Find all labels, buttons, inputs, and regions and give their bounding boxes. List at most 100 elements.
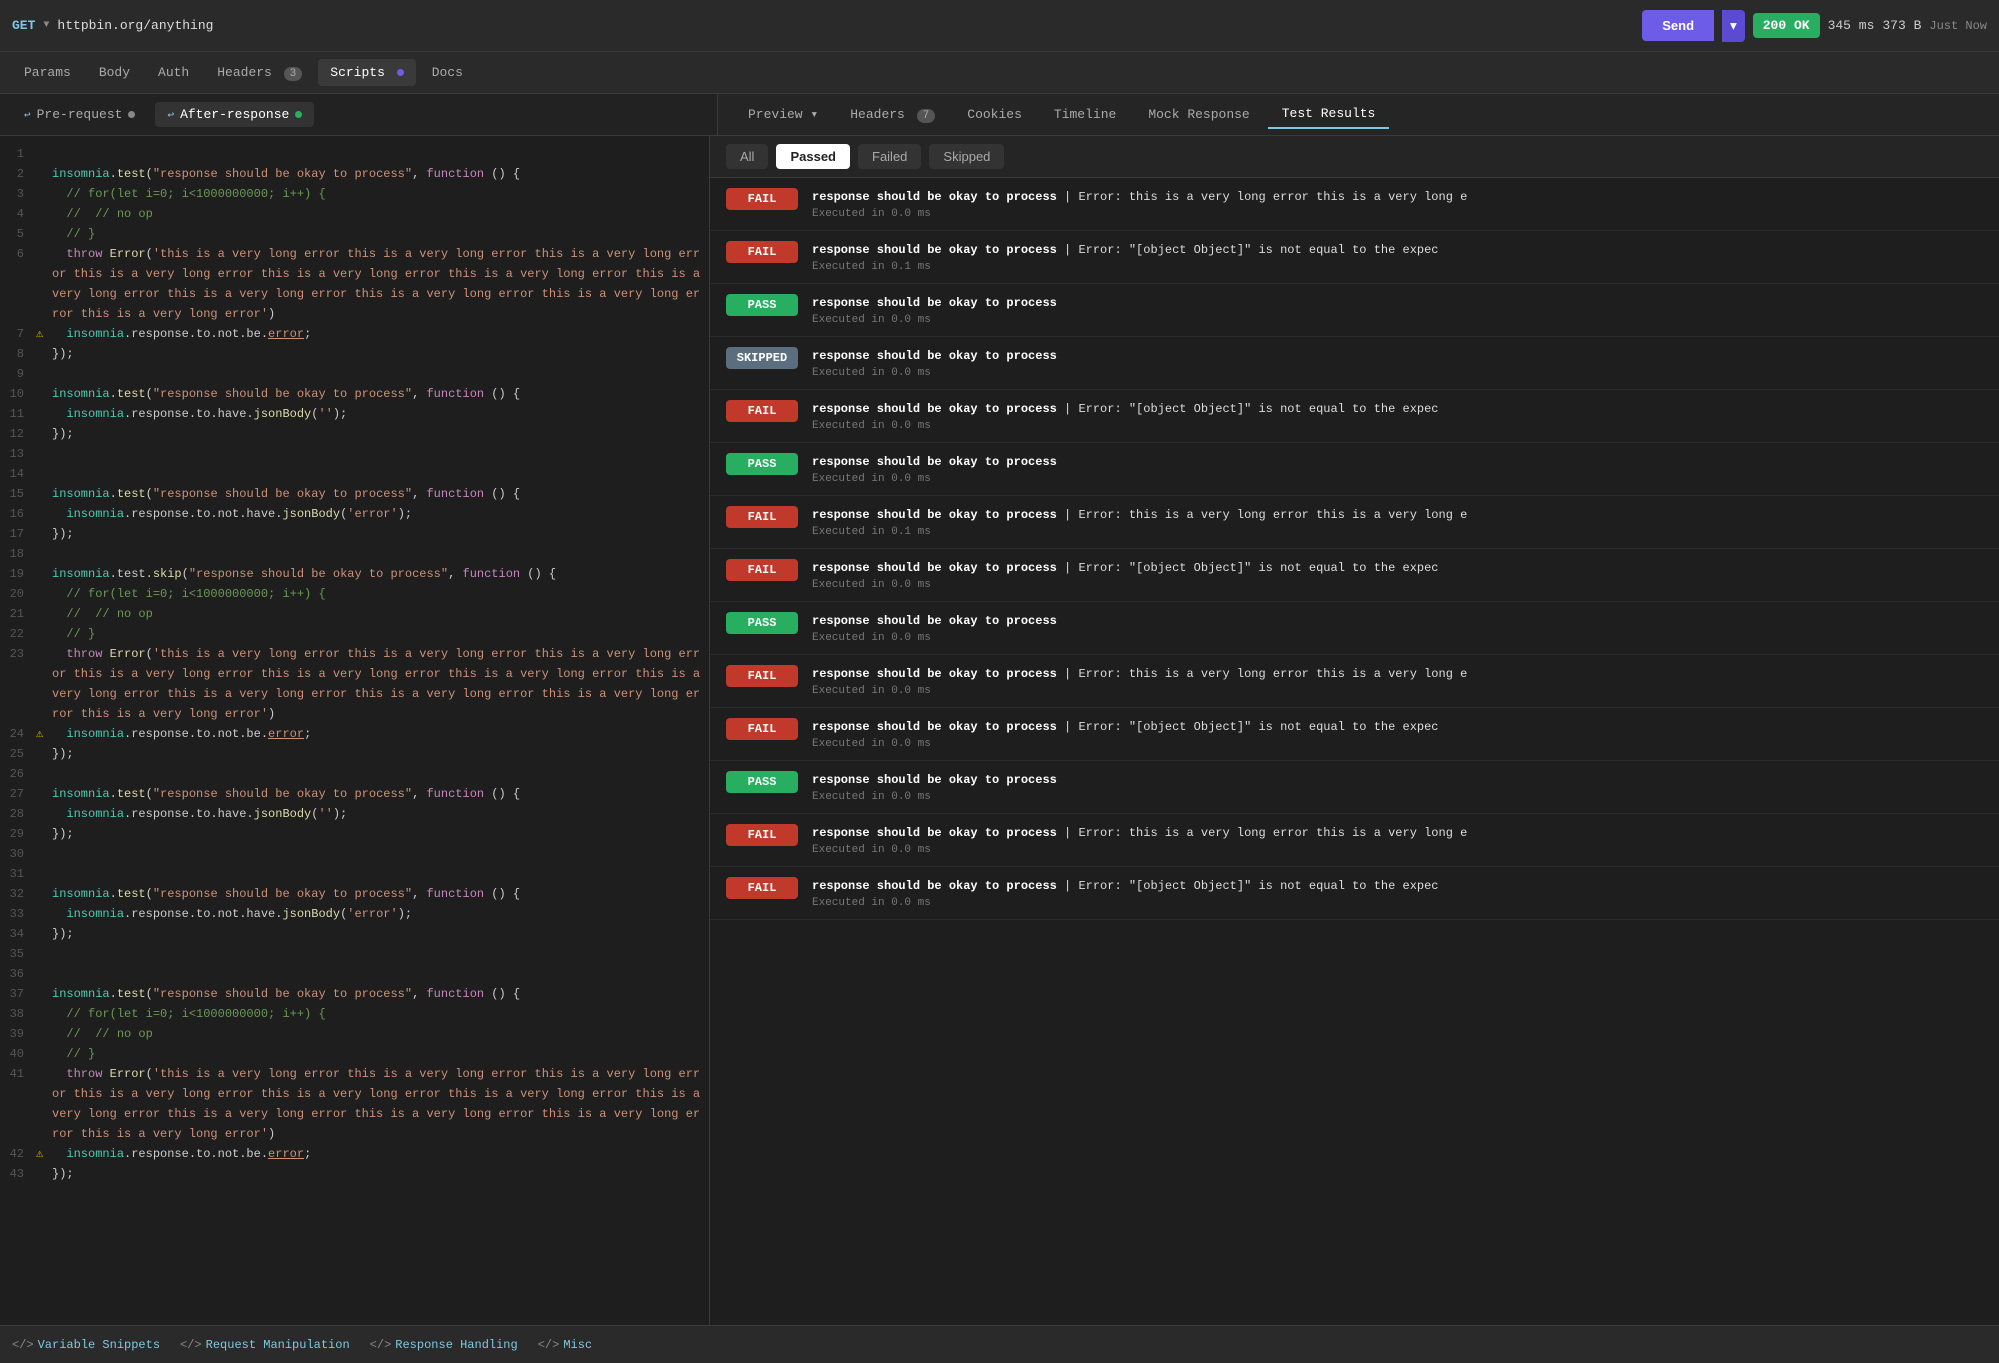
result-row-12: FAIL response should be okay to process … <box>710 814 1999 867</box>
filter-skipped-button[interactable]: Skipped <box>929 144 1004 169</box>
result-row-9: FAIL response should be okay to process … <box>710 655 1999 708</box>
code-line-26: 26 <box>0 764 709 784</box>
result-title-11: response should be okay to process <box>812 771 1983 789</box>
rtab-timeline[interactable]: Timeline <box>1040 101 1130 128</box>
code-line-34: 34 }); <box>0 924 709 944</box>
result-info-10: response should be okay to process | Err… <box>812 718 1983 750</box>
code-line-13: 13 <box>0 444 709 464</box>
result-info-9: response should be okay to process | Err… <box>812 665 1983 697</box>
afterresponse-icon: ↩ <box>167 108 174 122</box>
result-exec-6: Executed in 0.1 ms <box>812 526 1983 538</box>
tab-params[interactable]: Params <box>12 59 83 86</box>
result-row-3: SKIPPED response should be okay to proce… <box>710 337 1999 390</box>
results-list: FAIL response should be okay to process … <box>710 178 1999 1325</box>
result-row-2: PASS response should be okay to process … <box>710 284 1999 337</box>
result-exec-1: Executed in 0.1 ms <box>812 261 1983 273</box>
code-line-20: 20 // for(let i=0; i<1000000000; i++) { <box>0 584 709 604</box>
snippets-bar: </> Variable Snippets </> Request Manipu… <box>0 1325 1999 1363</box>
timestamp: Just Now <box>1929 19 1987 33</box>
result-title-10: response should be okay to process | Err… <box>812 718 1983 736</box>
snippet-misc[interactable]: </> Misc <box>538 1338 592 1352</box>
result-title-3: response should be okay to process <box>812 347 1983 365</box>
rtab-mock-response[interactable]: Mock Response <box>1134 101 1263 128</box>
tab-auth[interactable]: Auth <box>146 59 201 86</box>
code-line-28: 28 insomnia.response.to.have.jsonBody(''… <box>0 804 709 824</box>
code-line-40: 40 // } <box>0 1044 709 1064</box>
result-title-0: response should be okay to process | Err… <box>812 188 1983 206</box>
result-exec-2: Executed in 0.0 ms <box>812 314 1983 326</box>
result-title-1: response should be okay to process | Err… <box>812 241 1983 259</box>
filter-all-button[interactable]: All <box>726 144 768 169</box>
http-method[interactable]: GET <box>12 18 35 33</box>
results-panel: All Passed Failed Skipped FAIL response … <box>710 136 1999 1325</box>
code-line-9: 9 <box>0 364 709 384</box>
filter-failed-button[interactable]: Failed <box>858 144 921 169</box>
result-row-6: FAIL response should be okay to process … <box>710 496 1999 549</box>
headers-count-badge: 3 <box>284 67 303 81</box>
result-row-7: FAIL response should be okay to process … <box>710 549 1999 602</box>
method-dropdown-icon[interactable]: ▼ <box>43 20 49 31</box>
response-size: 373 B <box>1882 18 1921 33</box>
result-exec-0: Executed in 0.0 ms <box>812 208 1983 220</box>
code-line-8: 8 }); <box>0 344 709 364</box>
snippet-request[interactable]: </> Request Manipulation <box>180 1338 350 1352</box>
code-line-41: 41 throw Error('this is a very long erro… <box>0 1064 709 1144</box>
result-badge-3: SKIPPED <box>726 347 798 369</box>
send-button[interactable]: Send <box>1642 10 1714 41</box>
result-badge-5: PASS <box>726 453 798 475</box>
send-dropdown-button[interactable]: ▾ <box>1722 10 1745 42</box>
result-title-13: response should be okay to process | Err… <box>812 877 1983 895</box>
snippet-response[interactable]: </> Response Handling <box>370 1338 518 1352</box>
result-title-2: response should be okay to process <box>812 294 1983 312</box>
code-line-19: 19 insomnia.test.skip("response should b… <box>0 564 709 584</box>
result-info-13: response should be okay to process | Err… <box>812 877 1983 909</box>
code-line-33: 33 insomnia.response.to.not.have.jsonBod… <box>0 904 709 924</box>
rtab-test-results[interactable]: Test Results <box>1268 100 1390 129</box>
tab-docs[interactable]: Docs <box>420 59 475 86</box>
rtab-cookies[interactable]: Cookies <box>953 101 1036 128</box>
result-title-7: response should be okay to process | Err… <box>812 559 1983 577</box>
result-badge-1: FAIL <box>726 241 798 263</box>
result-badge-8: PASS <box>726 612 798 634</box>
result-info-4: response should be okay to process | Err… <box>812 400 1983 432</box>
result-info-2: response should be okay to process Execu… <box>812 294 1983 326</box>
code-line-27: 27 insomnia.test("response should be oka… <box>0 784 709 804</box>
code-line-11: 11 insomnia.response.to.have.jsonBody(''… <box>0 404 709 424</box>
tab-headers[interactable]: Headers 3 <box>205 59 314 86</box>
code-line-29: 29 }); <box>0 824 709 844</box>
rtab-headers[interactable]: Headers 7 <box>836 101 949 128</box>
code-line-38: 38 // for(let i=0; i<1000000000; i++) { <box>0 1004 709 1024</box>
rtab-preview[interactable]: Preview ▾ <box>734 101 832 128</box>
result-badge-10: FAIL <box>726 718 798 740</box>
result-exec-12: Executed in 0.0 ms <box>812 844 1983 856</box>
result-badge-6: FAIL <box>726 506 798 528</box>
code-line-31: 31 <box>0 864 709 884</box>
prerequest-icon: ↩ <box>24 108 31 122</box>
code-editor[interactable]: 1 2 insomnia.test("response should be ok… <box>0 136 710 1325</box>
result-badge-0: FAIL <box>726 188 798 210</box>
code-line-14: 14 <box>0 464 709 484</box>
result-info-12: response should be okay to process | Err… <box>812 824 1983 856</box>
result-row-5: PASS response should be okay to process … <box>710 443 1999 496</box>
result-badge-4: FAIL <box>726 400 798 422</box>
script-tab-prerequest[interactable]: ↩ Pre-request <box>12 102 147 127</box>
snippet-variable[interactable]: </> Variable Snippets <box>12 1338 160 1352</box>
url-display[interactable]: httpbin.org/anything <box>57 18 1634 33</box>
code-line-12: 12 }); <box>0 424 709 444</box>
result-info-6: response should be okay to process | Err… <box>812 506 1983 538</box>
result-info-7: response should be okay to process | Err… <box>812 559 1983 591</box>
code-line-36: 36 <box>0 964 709 984</box>
result-badge-11: PASS <box>726 771 798 793</box>
script-tab-afterresponse[interactable]: ↩ After-response <box>155 102 314 127</box>
scripts-active-dot <box>397 69 404 76</box>
response-time: 345 ms <box>1828 18 1875 33</box>
tab-scripts[interactable]: Scripts <box>318 59 415 86</box>
result-exec-9: Executed in 0.0 ms <box>812 685 1983 697</box>
tab-body[interactable]: Body <box>87 59 142 86</box>
filter-passed-button[interactable]: Passed <box>776 144 850 169</box>
code-line-43: 43 }); <box>0 1164 709 1184</box>
status-badge: 200 OK <box>1753 13 1820 38</box>
code-line-22: 22 // } <box>0 624 709 644</box>
result-title-6: response should be okay to process | Err… <box>812 506 1983 524</box>
result-row-1: FAIL response should be okay to process … <box>710 231 1999 284</box>
